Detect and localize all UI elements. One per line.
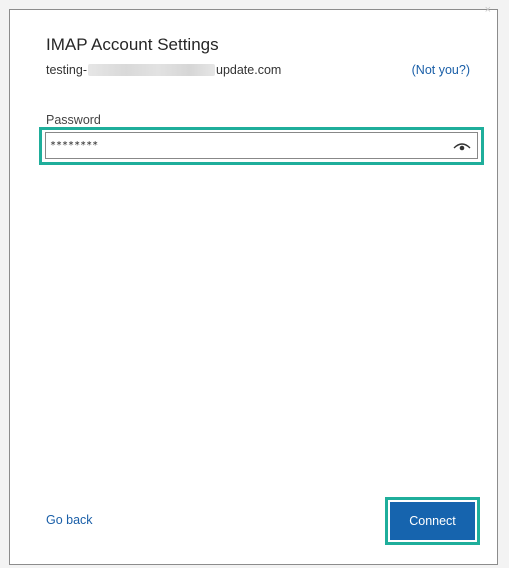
dialog-title: IMAP Account Settings: [46, 35, 219, 54]
connect-button[interactable]: Connect: [390, 502, 475, 540]
imap-settings-dialog: × IMAP Account Settings testing- update.…: [9, 4, 498, 565]
account-email: testing- update.com: [46, 63, 281, 77]
password-input[interactable]: [50, 133, 430, 158]
password-label: Password: [46, 113, 101, 127]
account-email-prefix: testing-: [46, 63, 87, 77]
close-icon[interactable]: ×: [485, 4, 491, 16]
go-back-link[interactable]: Go back: [46, 513, 93, 527]
not-you-link[interactable]: (Not you?): [412, 63, 470, 77]
password-field-container: [45, 132, 478, 159]
eye-icon[interactable]: [453, 139, 471, 153]
account-email-suffix: update.com: [216, 63, 282, 77]
redacted-email-blur: [88, 64, 215, 76]
